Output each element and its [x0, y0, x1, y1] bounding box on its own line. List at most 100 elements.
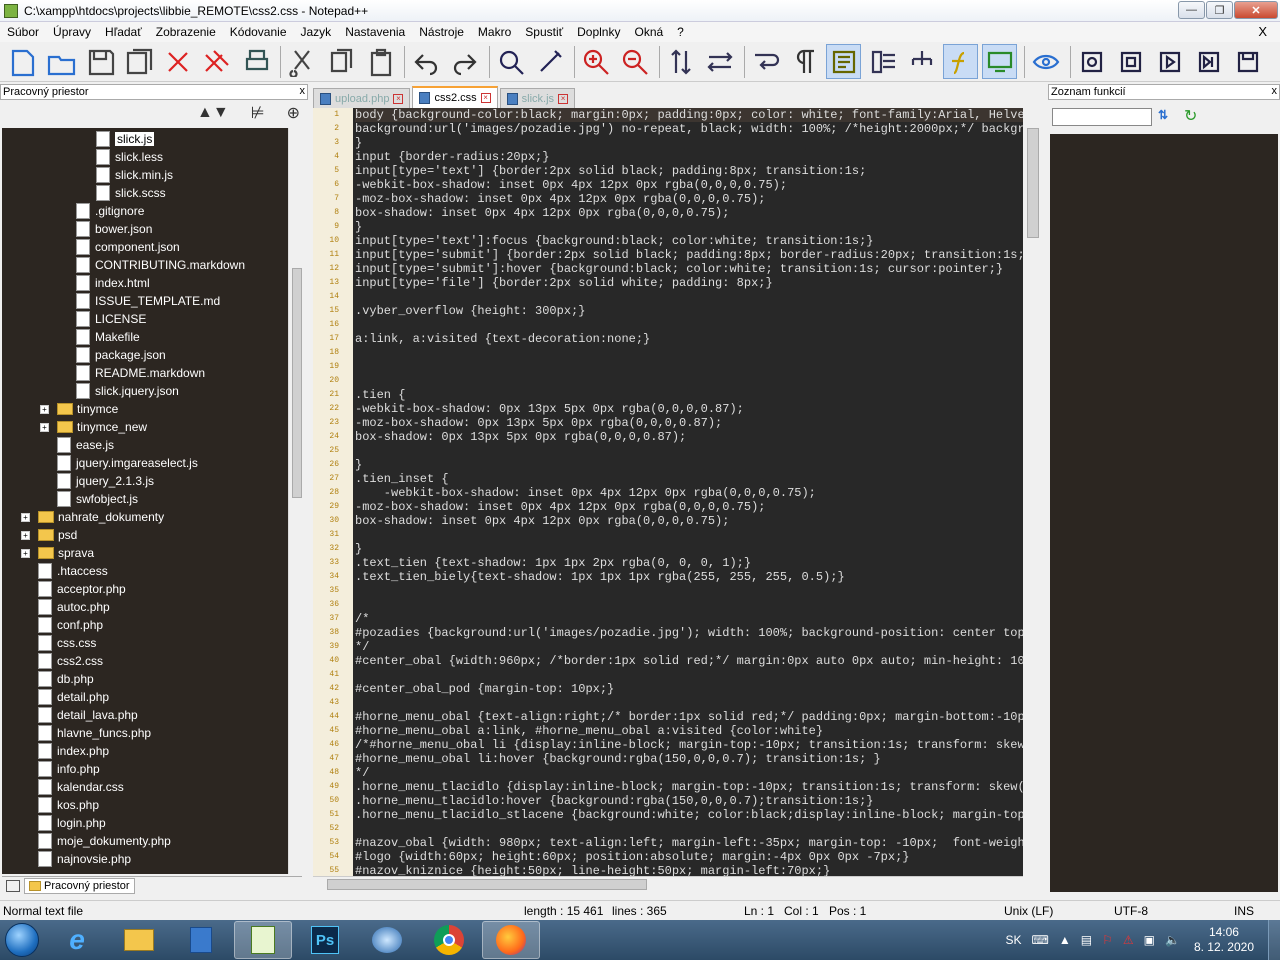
- menu-item-2[interactable]: Hľadať: [98, 25, 149, 39]
- security-icon[interactable]: ⚐: [1102, 933, 1113, 947]
- taskbar-app3[interactable]: [172, 921, 230, 959]
- code-line[interactable]: [355, 598, 1023, 612]
- code-line[interactable]: input {border-radius:20px;}: [355, 150, 1023, 164]
- refresh-icon[interactable]: ↻: [1184, 106, 1197, 126]
- folder-tree[interactable]: slick.js slick.less slick.min.js slick.scss…: [2, 128, 288, 874]
- code-line[interactable]: body {background-color:black; margin:0px…: [355, 108, 1023, 122]
- tree-file[interactable]: swfobject.js: [57, 490, 138, 508]
- tree-file[interactable]: db.php: [38, 670, 94, 688]
- function-list-button[interactable]: [943, 44, 978, 79]
- record-macro-button[interactable]: [1074, 44, 1109, 79]
- sort-icon[interactable]: ⇅: [1158, 108, 1168, 122]
- code-line[interactable]: .text_tien_biely{text-shadow: 1px 1px 1p…: [355, 570, 1023, 584]
- code-line[interactable]: [355, 290, 1023, 304]
- tree-file[interactable]: autoc.php: [38, 598, 110, 616]
- code-line[interactable]: #nazov_obal {width: 980px; text-align:le…: [355, 836, 1023, 850]
- cut-button[interactable]: [284, 44, 319, 79]
- tree-file[interactable]: jquery_2.1.3.js: [57, 472, 154, 490]
- code-line[interactable]: a:link, a:visited {text-decoration:none;…: [355, 332, 1023, 346]
- code-line[interactable]: .horne_menu_tlacidlo {display:inline-blo…: [355, 780, 1023, 794]
- tree-file[interactable]: slick.jquery.json: [76, 382, 179, 400]
- tree-file[interactable]: ISSUE_TEMPLATE.md: [76, 292, 220, 310]
- open-file-button[interactable]: [43, 44, 78, 79]
- editor-vertical-scrollbar[interactable]: [1023, 108, 1043, 878]
- code-line[interactable]: }: [355, 220, 1023, 234]
- code-line[interactable]: box-shadow: 0px 13px 5px 0px rgba(0,0,0,…: [355, 430, 1023, 444]
- tab-slick-js[interactable]: slick.js ×: [499, 88, 576, 108]
- taskbar-chrome[interactable]: [420, 921, 478, 959]
- expand-icon[interactable]: +: [40, 422, 49, 432]
- monitor-icon[interactable]: ▣: [1144, 933, 1155, 947]
- undo-button[interactable]: [408, 44, 443, 79]
- workspace-footer-tab[interactable]: Pracovný priestor: [24, 877, 135, 894]
- redo-button[interactable]: [447, 44, 482, 79]
- menu-item-1[interactable]: Úpravy: [46, 25, 98, 39]
- close-tab-icon[interactable]: ×: [480, 93, 491, 103]
- code-line[interactable]: .vyber_overflow {height: 300px;}: [355, 304, 1023, 318]
- monitoring-button[interactable]: [1028, 44, 1063, 79]
- taskbar-explorer[interactable]: [110, 921, 168, 959]
- code-line[interactable]: [355, 696, 1023, 710]
- close-window-button[interactable]: ✕: [1234, 1, 1278, 19]
- tree-file[interactable]: login.php: [38, 814, 106, 832]
- find-button[interactable]: [493, 44, 528, 79]
- code-line[interactable]: [355, 584, 1023, 598]
- code-line[interactable]: box-shadow: inset 0px 4px 12px 0px rgba(…: [355, 514, 1023, 528]
- folder-workspace-button[interactable]: [982, 44, 1017, 79]
- tree-file[interactable]: detail.php: [38, 688, 109, 706]
- tree-file[interactable]: conf.php: [38, 616, 103, 634]
- code-line[interactable]: [355, 822, 1023, 836]
- tree-file[interactable]: slick.less: [96, 148, 163, 166]
- copy-button[interactable]: [323, 44, 358, 79]
- code-line[interactable]: */: [355, 766, 1023, 780]
- menu-item-11[interactable]: Okná: [627, 25, 670, 39]
- replace-button[interactable]: [532, 44, 567, 79]
- taskbar-notepadpp[interactable]: [234, 921, 292, 959]
- tree-file[interactable]: najnovsie.php: [38, 850, 131, 868]
- code-line[interactable]: }: [355, 136, 1023, 150]
- code-line[interactable]: .horne_menu_tlacidlo_stlacene {backgroun…: [355, 808, 1023, 822]
- clock[interactable]: 14:06 8. 12. 2020: [1194, 925, 1254, 955]
- code-line[interactable]: */: [355, 640, 1023, 654]
- code-line[interactable]: .tien {: [355, 388, 1023, 402]
- code-line[interactable]: #pozadies {background:url('images/pozadi…: [355, 626, 1023, 640]
- code-line[interactable]: [355, 318, 1023, 332]
- zoom-in-button[interactable]: [578, 44, 613, 79]
- play-macro-button[interactable]: [1152, 44, 1187, 79]
- locate-file-icon[interactable]: ⊕: [287, 103, 300, 123]
- folder-view-icon[interactable]: [6, 879, 20, 892]
- code-line[interactable]: -moz-box-shadow: inset 0px 4px 12px 0px …: [355, 192, 1023, 206]
- code-line[interactable]: input[type='text']:focus {background:bla…: [355, 234, 1023, 248]
- tree-file[interactable]: jquery.imgareaselect.js: [57, 454, 198, 472]
- close-tab-icon[interactable]: ×: [558, 93, 569, 104]
- print-button[interactable]: [238, 44, 273, 79]
- expand-icon[interactable]: +: [21, 530, 30, 540]
- menu-item-3[interactable]: Zobrazenie: [149, 25, 223, 39]
- editor-horizontal-scrollbar[interactable]: [313, 876, 1023, 892]
- save-button[interactable]: [82, 44, 117, 79]
- tree-file[interactable]: slick.js: [96, 130, 155, 148]
- code-line[interactable]: [355, 360, 1023, 374]
- tree-file[interactable]: bower.json: [76, 220, 152, 238]
- code-line[interactable]: #center_obal_pod {margin-top: 10px;}: [355, 682, 1023, 696]
- save-macro-button[interactable]: [1230, 44, 1265, 79]
- tree-file[interactable]: README.markdown: [76, 364, 205, 382]
- tree-file[interactable]: kalendar.css: [38, 778, 124, 796]
- code-line[interactable]: [355, 346, 1023, 360]
- function-list-close-button[interactable]: x: [1272, 85, 1278, 97]
- zoom-out-button[interactable]: [617, 44, 652, 79]
- code-line[interactable]: }: [355, 542, 1023, 556]
- code-line[interactable]: input[type='submit'] {border:2px solid b…: [355, 248, 1023, 262]
- menu-item-12[interactable]: ?: [670, 25, 691, 39]
- code-line[interactable]: [355, 374, 1023, 388]
- start-button[interactable]: [0, 920, 44, 960]
- tree-file[interactable]: detail_lava.php: [38, 706, 138, 724]
- keyboard-icon[interactable]: ⌨: [1032, 933, 1049, 947]
- run-macro-multiple-button[interactable]: [1191, 44, 1226, 79]
- code-line[interactable]: -webkit-box-shadow: 0px 13px 5px 0px rgb…: [355, 402, 1023, 416]
- tree-file[interactable]: Makefile: [76, 328, 140, 346]
- code-line[interactable]: .text_tien {text-shadow: 1px 1px 2px rgb…: [355, 556, 1023, 570]
- tree-file[interactable]: .htaccess: [38, 562, 108, 580]
- save-all-button[interactable]: [121, 44, 156, 79]
- code-line[interactable]: #center_obal {width:960px; /*border:1px …: [355, 654, 1023, 668]
